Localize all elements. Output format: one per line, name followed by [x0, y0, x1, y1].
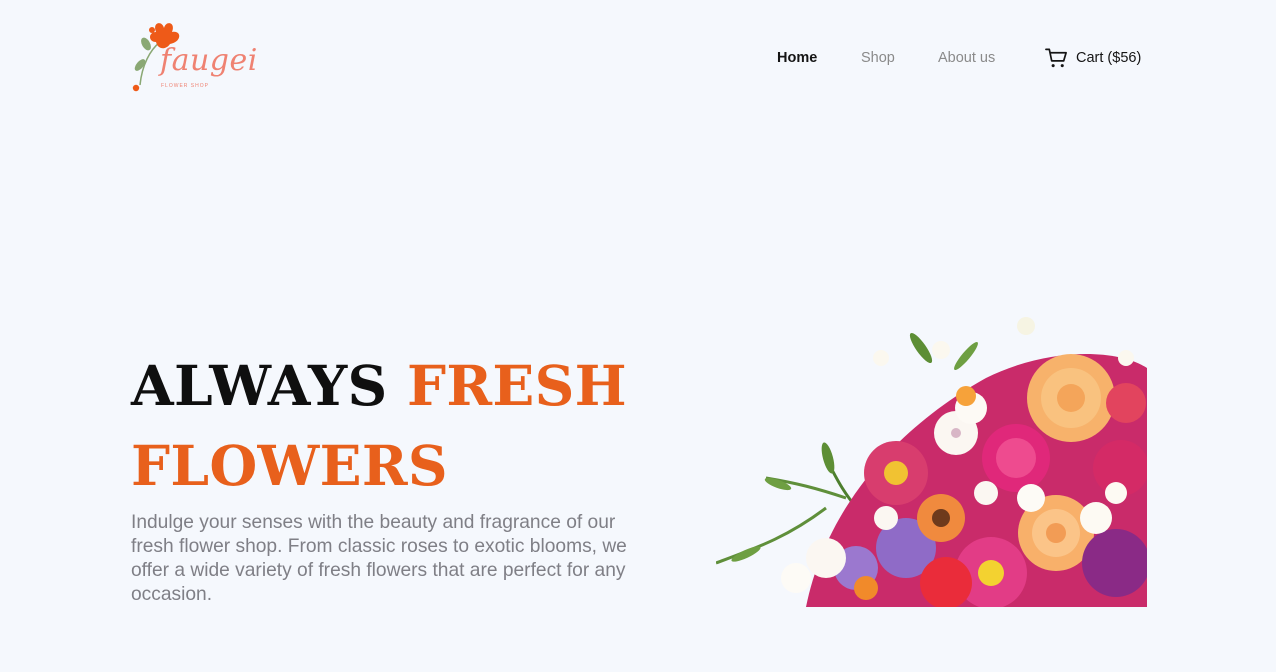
- cart-label: Cart ($56): [1076, 50, 1142, 66]
- cart-icon: [1045, 48, 1067, 68]
- hero-title-always: ALWAYS: [131, 353, 388, 418]
- hero-title: ALWAYS FRESH FLOWERS: [131, 346, 691, 506]
- cart-button[interactable]: Cart ($56): [1045, 46, 1141, 70]
- nav-shop-link[interactable]: Shop: [861, 48, 895, 68]
- hero-title-fresh: FRESH: [407, 353, 627, 418]
- page: faugei FLOWER SHOP Home Shop About us Ca…: [0, 0, 1276, 672]
- nav-about-link[interactable]: About us: [938, 48, 995, 68]
- nav-home-link[interactable]: Home: [777, 48, 817, 68]
- brand-logo[interactable]: faugei FLOWER SHOP: [130, 20, 260, 96]
- hero-description: Indulge your senses with the beauty and …: [131, 512, 627, 605]
- logo-wordmark: faugei: [160, 43, 258, 78]
- hero-title-flowers: FLOWERS: [131, 433, 448, 498]
- flower-bouquet-image: [716, 308, 1147, 607]
- logo-tagline: FLOWER SHOP: [161, 83, 209, 89]
